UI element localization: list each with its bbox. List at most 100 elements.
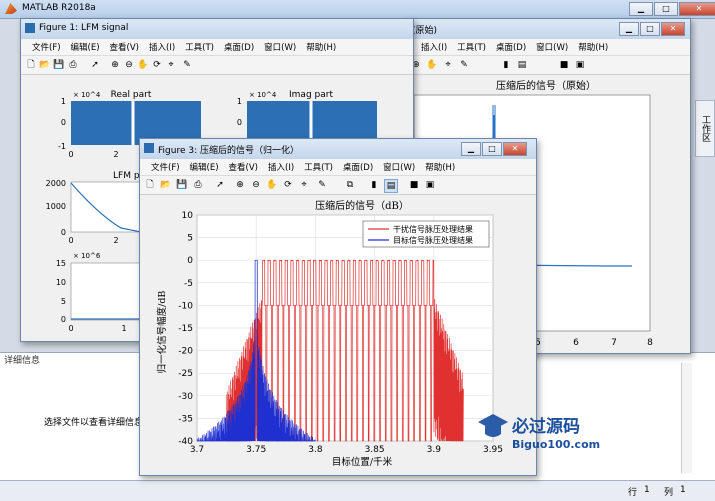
- db-chart: 压缩后的信号（dB） 目标位置/千米 归一化信号幅度/dB 3.7 3.75 3.8…: [156, 199, 503, 468]
- x-axis-label: 目标位置/千米: [332, 456, 393, 468]
- zoom-in-icon[interactable]: ⊕: [234, 179, 246, 191]
- datatip-icon[interactable]: ⌖: [165, 59, 177, 71]
- figure1-title: Figure 1: LFM signal: [39, 23, 129, 33]
- open-icon[interactable]: 📂: [39, 59, 51, 71]
- matlab-title-bar: MATLAB R2018a ▁ □ ✕: [0, 0, 715, 19]
- figure2-minimize-button[interactable]: ▁: [619, 22, 639, 36]
- fig3-menu-view[interactable]: 查看(V): [224, 159, 263, 175]
- phase-ytick-2000: 2000: [46, 179, 66, 188]
- fig1-menu-insert[interactable]: 插入(I): [144, 39, 180, 55]
- figure2-toolbar: ⊕ ✋ ⌖ ✎ ▮ ▤ ■ ▣: [406, 56, 690, 75]
- figure3-maximize-button[interactable]: □: [482, 142, 502, 156]
- figure3-window-controls: ▁ □ ✕: [460, 142, 527, 156]
- brush-icon[interactable]: ✎: [181, 59, 193, 71]
- fig2-menu-help[interactable]: 帮助(H): [573, 39, 613, 55]
- hide-tools-icon[interactable]: ■: [558, 59, 570, 71]
- figure1-menu-bar: 文件(F) 编辑(E) 查看(V) 插入(I) 工具(T) 桌面(D) 窗口(W) 帮助(H): [21, 39, 413, 56]
- print-icon[interactable]: ⎙: [192, 179, 204, 191]
- real-part-exponent: × 10^4: [73, 91, 101, 99]
- select-arrow-icon[interactable]: ➚: [214, 179, 226, 191]
- fig2-menu-tools[interactable]: 工具(T): [452, 39, 491, 55]
- phase-ytick-0: 0: [61, 228, 66, 237]
- new-figure-icon[interactable]: 🗋: [144, 179, 156, 191]
- fig3-menu-file[interactable]: 文件(F): [146, 159, 185, 175]
- figure2-maximize-button[interactable]: □: [640, 22, 660, 36]
- figure3-minimize-button[interactable]: ▁: [461, 142, 481, 156]
- fig2-menu-window[interactable]: 窗口(W): [531, 39, 573, 55]
- y-tick-label: -20: [178, 347, 193, 357]
- figure3-toolbar: 🗋 📂 💾 ⎙ ➚ ⊕ ⊖ ✋ ⟳ ⌖ ✎ ⧉ ▮ ▤ ■ ▣: [140, 176, 536, 195]
- fig3-menu-desktop[interactable]: 桌面(D): [338, 159, 378, 175]
- real-part-title: Real part: [111, 90, 152, 100]
- save-icon[interactable]: 💾: [176, 179, 188, 191]
- fig1-menu-window[interactable]: 窗口(W): [259, 39, 301, 55]
- legend-label: 干扰信号脉压处理结果: [393, 224, 473, 234]
- select-arrow-icon[interactable]: ➚: [89, 59, 101, 71]
- fig3-menu-window[interactable]: 窗口(W): [378, 159, 420, 175]
- datatip-icon[interactable]: ⌖: [442, 59, 454, 71]
- rotate-icon[interactable]: ⟳: [282, 179, 294, 191]
- fig2-xtick-6: 6: [573, 338, 579, 348]
- zoom-out-icon[interactable]: ⊖: [123, 59, 135, 71]
- matlab-logo-icon: [5, 3, 17, 14]
- workspace-side-tab[interactable]: 工作区: [695, 100, 715, 157]
- print-icon[interactable]: ⎙: [67, 59, 79, 71]
- legend-label: 目标信号脉压处理结果: [393, 235, 473, 245]
- fig2-menu-insert[interactable]: 插入(I): [416, 39, 452, 55]
- chart-title: 压缩后的信号（dB）: [315, 199, 409, 212]
- figure1-title-bar: Figure 1: LFM signal: [21, 19, 413, 39]
- zoom-in-icon[interactable]: ⊕: [109, 59, 121, 71]
- figure-icon: [25, 23, 35, 33]
- legend-icon[interactable]: ▤: [384, 179, 398, 193]
- fig3-menu-edit[interactable]: 编辑(E): [185, 159, 224, 175]
- rotate-icon[interactable]: ⟳: [151, 59, 163, 71]
- fig3-menu-help[interactable]: 帮助(H): [420, 159, 460, 175]
- pan-icon[interactable]: ✋: [266, 179, 278, 191]
- x-tick-label: 3.9: [427, 445, 442, 455]
- imag-ytick-1: 1: [237, 97, 242, 106]
- fig1-menu-file[interactable]: 文件(F): [27, 39, 66, 55]
- brush-icon[interactable]: ✎: [458, 59, 470, 71]
- show-tools-icon[interactable]: ▣: [424, 179, 436, 191]
- bottom-xtick-1: 1: [121, 324, 126, 333]
- link-plot-icon[interactable]: ⧉: [344, 179, 356, 191]
- figure2-close-button[interactable]: ✕: [661, 22, 685, 36]
- new-figure-icon[interactable]: 🗋: [25, 59, 37, 71]
- bottom-ytick-5: 5: [61, 297, 66, 306]
- hide-tools-icon[interactable]: ■: [408, 179, 420, 191]
- show-tools-icon[interactable]: ▣: [574, 59, 586, 71]
- pan-icon[interactable]: ✋: [137, 59, 149, 71]
- close-button[interactable]: ✕: [679, 2, 715, 16]
- datatip-icon[interactable]: ⌖: [298, 179, 310, 191]
- legend-icon[interactable]: ▤: [516, 59, 528, 71]
- open-icon[interactable]: 📂: [160, 179, 172, 191]
- fig3-menu-tools[interactable]: 工具(T): [299, 159, 338, 175]
- figure3-close-button[interactable]: ✕: [503, 142, 527, 156]
- y-tick-label: -15: [178, 324, 193, 334]
- watermark-url: Biguo100.com: [512, 438, 601, 451]
- fig3-menu-insert[interactable]: 插入(I): [263, 159, 299, 175]
- minimize-button[interactable]: ▁: [629, 2, 653, 16]
- fig1-menu-view[interactable]: 查看(V): [105, 39, 144, 55]
- zoom-out-icon[interactable]: ⊖: [250, 179, 262, 191]
- colorbar-icon[interactable]: ▮: [368, 179, 380, 191]
- save-icon[interactable]: 💾: [53, 59, 65, 71]
- bottom-ytick-15: 15: [56, 259, 66, 268]
- real-xtick-2: 2: [113, 150, 118, 159]
- fig1-menu-help[interactable]: 帮助(H): [301, 39, 341, 55]
- row-value: 1: [644, 485, 650, 495]
- brush-icon[interactable]: ✎: [316, 179, 328, 191]
- fig1-menu-edit[interactable]: 编辑(E): [66, 39, 105, 55]
- y-tick-label: 0: [187, 256, 193, 266]
- details-scrollbar[interactable]: [681, 363, 692, 473]
- colorbar-icon[interactable]: ▮: [500, 59, 512, 71]
- fig2-menu-desktop[interactable]: 桌面(D): [491, 39, 531, 55]
- figure2-title: (原始): [412, 26, 438, 36]
- pan-icon[interactable]: ✋: [426, 59, 438, 71]
- fig1-menu-desktop[interactable]: 桌面(D): [219, 39, 259, 55]
- maximize-button[interactable]: □: [654, 2, 678, 16]
- real-ytick-m1: -1: [58, 142, 66, 151]
- watermark-logo-text: 必过源码: [512, 417, 580, 437]
- matlab-window-title: MATLAB R2018a: [22, 3, 96, 13]
- fig1-menu-tools[interactable]: 工具(T): [180, 39, 219, 55]
